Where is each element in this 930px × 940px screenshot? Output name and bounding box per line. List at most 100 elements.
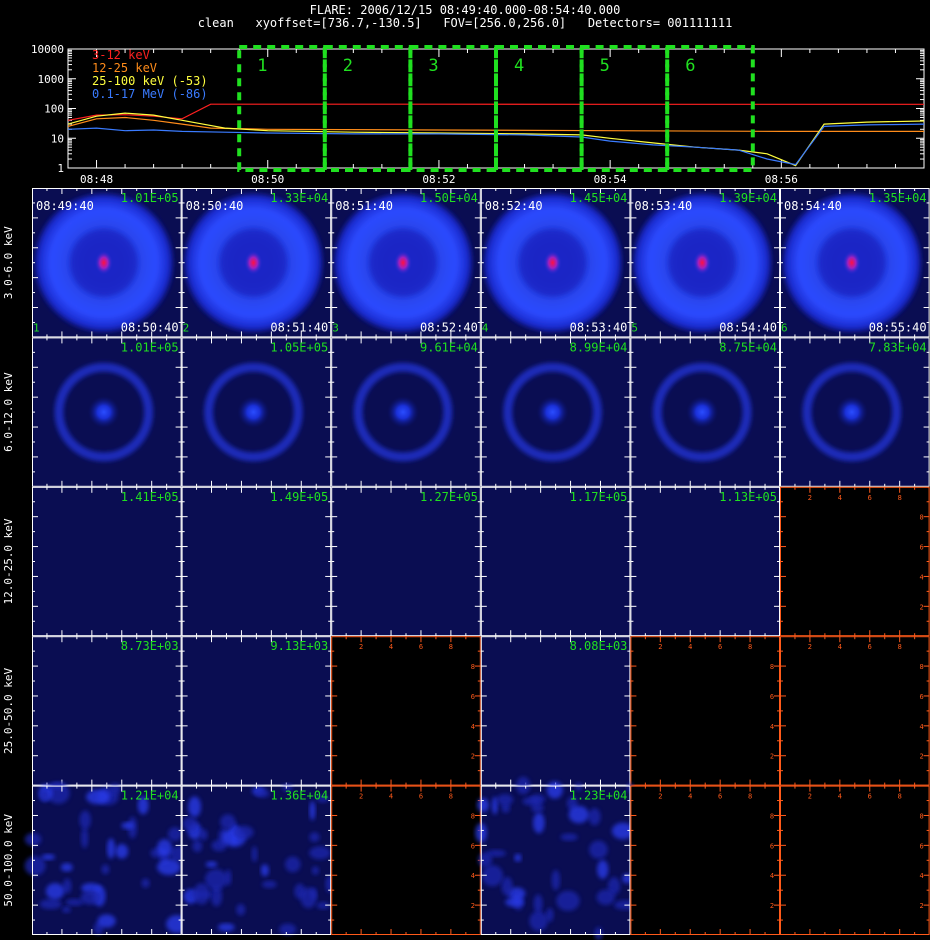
panel-max-value: 8.99E+04 bbox=[570, 340, 628, 354]
noise-blob bbox=[522, 796, 541, 806]
panel-bg bbox=[32, 486, 182, 637]
row-label: 50.0-100.0 keV bbox=[2, 814, 15, 907]
panel-max-value: 1.01E+05 bbox=[121, 340, 179, 354]
empty-axis-label: 6 bbox=[419, 793, 423, 801]
noise-blob bbox=[501, 876, 513, 896]
panel-index: 2 bbox=[183, 321, 190, 334]
panel-max-value: 1.17E+05 bbox=[570, 490, 628, 504]
image-panel: 1.21E+04 bbox=[24, 782, 192, 935]
image-panel: 1.36E+04 bbox=[181, 783, 335, 935]
source-core bbox=[536, 396, 569, 429]
panel-index: 6 bbox=[781, 321, 788, 334]
noise-blob bbox=[97, 914, 116, 928]
noise-blob bbox=[311, 866, 320, 875]
noise-blob bbox=[514, 853, 522, 862]
noise-blob bbox=[182, 816, 198, 832]
empty-axis-label: 6 bbox=[419, 643, 423, 651]
empty-axis-label: 2 bbox=[471, 753, 475, 761]
noise-blob bbox=[309, 800, 316, 821]
panel-bg bbox=[181, 636, 332, 786]
image-panel: 1.01E+05 08:49:40 08:50:40 1 bbox=[32, 188, 182, 338]
empty-axis-label: 4 bbox=[688, 643, 692, 651]
noise-blob bbox=[101, 864, 110, 875]
noise-blob bbox=[39, 898, 62, 910]
empty-axis-label: 6 bbox=[471, 693, 475, 701]
empty-axis-label: 6 bbox=[471, 842, 475, 850]
image-panel: 1.50E+04 08:51:40 08:52:40 3 bbox=[331, 188, 481, 338]
panel-max-value: 8.75E+04 bbox=[719, 340, 777, 354]
noise-blob bbox=[60, 863, 73, 872]
noise-blob bbox=[205, 861, 218, 868]
image-grid: 3.0-6.0 keV 6.0-12.0 keV 12.0-25.0 keV 25.0… bbox=[2, 188, 930, 940]
noise-blob bbox=[224, 869, 232, 886]
image-panel: 8.75E+04 bbox=[630, 337, 781, 487]
panel-end-time: 08:55:40 bbox=[869, 320, 927, 334]
noise-blob bbox=[236, 903, 246, 916]
panel-max-value: 1.41E+05 bbox=[121, 490, 179, 504]
empty-axis-label: 6 bbox=[718, 643, 722, 651]
image-panel: 2 2 4 4 6 6 8 8 bbox=[630, 785, 781, 935]
noise-blob bbox=[192, 839, 203, 853]
empty-axis-label: 4 bbox=[389, 643, 393, 651]
noise-blob bbox=[568, 805, 589, 824]
source-core bbox=[87, 396, 120, 429]
empty-axis-label: 6 bbox=[919, 544, 923, 552]
noise-blob bbox=[255, 789, 270, 798]
empty-axis-label: 4 bbox=[919, 723, 923, 731]
source-core bbox=[394, 250, 413, 275]
row-label: 12.0-25.0 keV bbox=[2, 518, 15, 604]
noise-blob bbox=[80, 890, 101, 905]
noise-blob bbox=[45, 882, 65, 900]
panel-max-value: 9.13E+03 bbox=[270, 639, 328, 653]
row-label: 3.0-6.0 keV bbox=[2, 226, 15, 299]
image-panel: 2 2 4 4 6 6 8 8 bbox=[630, 636, 781, 786]
image-panel: 9.61E+04 bbox=[331, 337, 481, 487]
noise-blob bbox=[79, 810, 91, 830]
noise-blob bbox=[157, 839, 173, 857]
noise-blob bbox=[594, 926, 603, 940]
panel-index: 1 bbox=[33, 321, 40, 334]
panel-bg bbox=[32, 636, 182, 786]
noise-blob bbox=[261, 880, 277, 889]
panel-max-value: 8.08E+03 bbox=[570, 639, 628, 653]
source-core bbox=[835, 396, 868, 429]
noise-blob bbox=[529, 911, 548, 931]
panel-bg bbox=[181, 785, 332, 935]
panel-max-value: 1.39E+04 bbox=[719, 191, 777, 205]
image-panel: 1.13E+05 bbox=[630, 486, 781, 637]
noise-blob bbox=[65, 898, 84, 906]
panel-start-time: 08:51:40 bbox=[335, 199, 393, 213]
noise-blob bbox=[251, 846, 258, 863]
empty-axis-label: 8 bbox=[898, 494, 902, 502]
image-panel: 1.45E+04 08:52:40 08:53:40 4 bbox=[480, 188, 631, 338]
empty-axis-label: 8 bbox=[449, 793, 453, 801]
empty-axis-label: 4 bbox=[838, 494, 842, 502]
empty-axis-label: 2 bbox=[471, 902, 475, 910]
panel-max-value: 1.27E+05 bbox=[420, 490, 478, 504]
panel-max-value: 1.50E+04 bbox=[420, 191, 478, 205]
panel-end-time: 08:53:40 bbox=[570, 320, 628, 334]
empty-axis-label: 4 bbox=[919, 573, 923, 581]
noise-blob bbox=[41, 853, 56, 861]
noise-blob bbox=[156, 858, 181, 876]
source-core bbox=[543, 250, 562, 275]
empty-panel-bg bbox=[331, 785, 481, 935]
image-panel: 1.01E+05 bbox=[32, 337, 182, 487]
empty-axis-label: 4 bbox=[770, 872, 774, 880]
empty-axis-label: 8 bbox=[748, 643, 752, 651]
noise-blob bbox=[560, 833, 578, 841]
noise-blob bbox=[106, 838, 116, 859]
row-label: 6.0-12.0 keV bbox=[2, 372, 15, 452]
noise-blob bbox=[589, 840, 608, 859]
empty-axis-label: 6 bbox=[868, 643, 872, 651]
empty-panel-bg bbox=[780, 785, 930, 935]
empty-axis-label: 6 bbox=[919, 842, 923, 850]
source-core bbox=[244, 250, 263, 275]
empty-axis-label: 6 bbox=[919, 693, 923, 701]
noise-blob bbox=[279, 923, 297, 935]
empty-axis-label: 8 bbox=[748, 793, 752, 801]
noise-blob bbox=[285, 856, 301, 873]
image-panel: 8.99E+04 bbox=[480, 337, 631, 487]
noise-blob bbox=[24, 832, 42, 846]
image-panel: 1.41E+05 bbox=[32, 486, 182, 637]
